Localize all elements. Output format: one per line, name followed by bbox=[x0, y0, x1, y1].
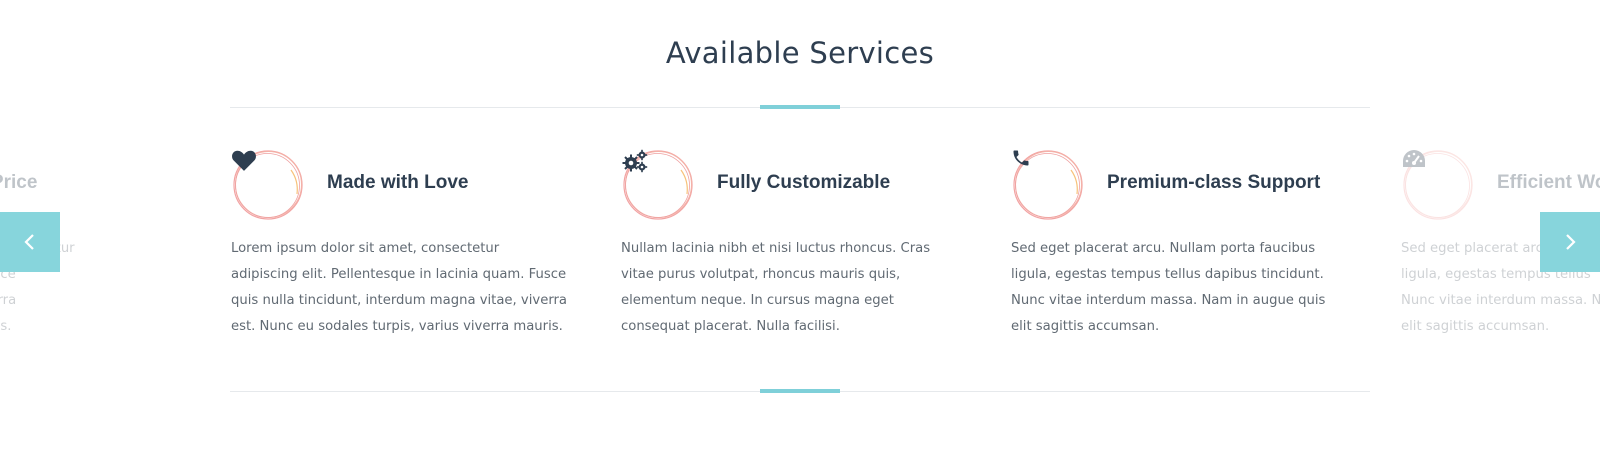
heart-icon bbox=[231, 148, 305, 222]
service-icon-ring bbox=[231, 148, 305, 222]
bottom-divider-accent bbox=[760, 389, 840, 393]
service-icon-ring bbox=[1011, 148, 1085, 222]
service-description: Nullam lacinia nibh et nisi luctus rhonc… bbox=[621, 241, 931, 334]
service-icon-ring bbox=[621, 148, 695, 222]
service-card-premium-support: Premium-class Support Sed eget placerat … bbox=[1011, 148, 1351, 348]
section-title: Available Services bbox=[665, 36, 935, 70]
speedometer-icon bbox=[1401, 148, 1475, 222]
service-description: Lorem ipsum dolor sit amet, consectetur … bbox=[231, 241, 568, 334]
service-title: Premium-class Support bbox=[1107, 172, 1321, 193]
bottom-divider bbox=[230, 389, 1370, 393]
service-title: Efficient Wo bbox=[1497, 172, 1600, 193]
services-carousel: nable Price ectetur que in lacinia quam.… bbox=[0, 140, 1600, 360]
service-title: Made with Love bbox=[327, 172, 469, 193]
chevron-left-icon bbox=[24, 234, 34, 250]
service-card-fully-customizable: Fully Customizable Nullam lacinia nibh e… bbox=[621, 148, 961, 348]
gears-icon bbox=[621, 148, 695, 222]
chevron-right-icon bbox=[1566, 234, 1576, 250]
top-divider bbox=[230, 105, 1370, 109]
service-title: Fully Customizable bbox=[717, 172, 891, 193]
carousel-next-button[interactable] bbox=[1540, 212, 1600, 272]
carousel-prev-button[interactable] bbox=[0, 212, 60, 272]
service-description: Sed eget placerat arcu. Nullam porta fau… bbox=[1011, 241, 1326, 334]
service-card-made-with-love: Made with Love Lorem ipsum dolor sit ame… bbox=[231, 148, 571, 348]
service-title: nable Price bbox=[0, 172, 38, 193]
top-divider-accent bbox=[760, 105, 840, 109]
phone-icon bbox=[1011, 148, 1085, 222]
service-icon-ring bbox=[1401, 148, 1475, 222]
